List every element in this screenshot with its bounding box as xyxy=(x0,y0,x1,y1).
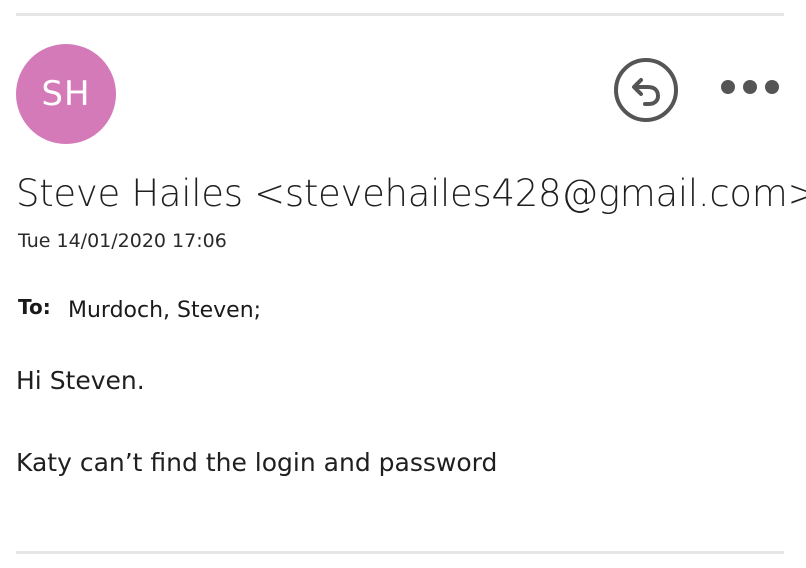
body-line: Hi Steven. xyxy=(16,366,145,395)
avatar-initials: SH xyxy=(41,74,91,114)
sender-name-address: Steve Hailes <stevehailes428@gmail.com> xyxy=(16,172,806,215)
bottom-divider xyxy=(16,551,784,554)
to-label: To: xyxy=(18,295,51,319)
to-recipients[interactable]: Murdoch, Steven; xyxy=(68,298,261,323)
more-options-button[interactable] xyxy=(716,72,784,102)
email-message-view: SH Steve Hailes <stevehailes428@gmail.co… xyxy=(0,0,806,568)
reply-icon xyxy=(614,58,678,122)
body-line: Katy can’t find the login and password xyxy=(16,448,498,477)
sent-date: Tue 14/01/2020 17:06 xyxy=(18,230,227,252)
avatar: SH xyxy=(16,44,116,144)
more-options-icon xyxy=(721,80,779,94)
reply-button[interactable] xyxy=(613,57,679,123)
top-divider xyxy=(16,13,784,16)
